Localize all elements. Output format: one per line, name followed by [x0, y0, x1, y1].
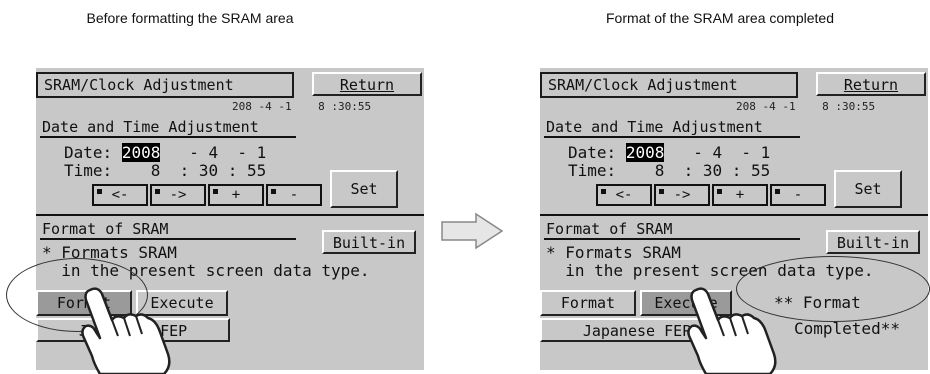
completed-message-line2: Completed**: [794, 319, 900, 338]
time-label: Time:: [64, 161, 113, 180]
pointing-hand-icon: [81, 287, 171, 374]
time-value: 8 : 30 : 55: [112, 161, 267, 180]
builtin-label: Built-in: [332, 234, 406, 252]
right-arrow-icon: [441, 212, 504, 250]
led-indicator: [97, 189, 102, 194]
set-label: Set: [854, 180, 882, 198]
return-label: Return: [339, 76, 395, 94]
date-label: Date:: [64, 143, 113, 162]
decrement-label: -: [793, 187, 803, 203]
time-label: Time:: [568, 161, 617, 180]
clock-readout: 208 -4 -1 8 :30:55: [232, 100, 372, 113]
led-indicator: [155, 189, 160, 194]
screen-title: SRAM/Clock Adjustment: [540, 72, 798, 98]
decrement-button[interactable]: -: [770, 184, 826, 206]
increment-label: +: [735, 187, 745, 203]
cursor-left-label: <-: [111, 187, 129, 203]
cursor-right-label: ->: [673, 187, 691, 203]
cursor-left-label: <-: [615, 187, 633, 203]
time-value: 8 : 30 : 55: [616, 161, 771, 180]
increment-button[interactable]: +: [208, 184, 264, 206]
led-indicator: [213, 189, 218, 194]
section-divider: [36, 214, 424, 216]
led-indicator: [717, 189, 722, 194]
date-time-section-title: Date and Time Adjustment: [544, 118, 800, 138]
cursor-right-button[interactable]: ->: [654, 184, 710, 206]
increment-button[interactable]: +: [712, 184, 768, 206]
set-button[interactable]: Set: [330, 170, 398, 208]
time-row: Time: 8 : 30 : 55: [568, 162, 770, 180]
led-indicator: [775, 189, 780, 194]
date-row: Date: 2008 - 4 - 1: [568, 143, 771, 162]
format-section-title: Format of SRAM: [544, 220, 800, 240]
set-label: Set: [350, 180, 378, 198]
clock-readout: 208 -4 -1 8 :30:55: [736, 100, 876, 113]
caption-after: Format of the SRAM area completed: [606, 10, 834, 26]
format-button[interactable]: Format: [540, 290, 636, 316]
led-indicator: [601, 189, 606, 194]
return-label: Return: [843, 76, 899, 94]
led-indicator: [271, 189, 276, 194]
cursor-left-button[interactable]: <-: [596, 184, 652, 206]
format-desc-line1: * Formats SRAM: [546, 243, 681, 262]
pointing-hand-icon: [687, 287, 777, 374]
date-rest: - 4 - 1: [160, 143, 267, 162]
caption-before: Before formatting the SRAM area: [86, 10, 294, 26]
set-button[interactable]: Set: [834, 170, 902, 208]
format-section-title: Format of SRAM: [40, 220, 296, 240]
date-year-field[interactable]: 2008: [121, 143, 161, 162]
section-divider: [540, 214, 928, 216]
decrement-label: -: [289, 187, 299, 203]
decrement-button[interactable]: -: [266, 184, 322, 206]
date-year-field[interactable]: 2008: [625, 143, 665, 162]
cursor-right-label: ->: [169, 187, 187, 203]
builtin-label: Built-in: [836, 234, 910, 252]
date-time-section-title: Date and Time Adjustment: [40, 118, 296, 138]
led-indicator: [659, 189, 664, 194]
date-rest: - 4 - 1: [664, 143, 771, 162]
increment-label: +: [231, 187, 241, 203]
return-button[interactable]: Return: [816, 72, 926, 96]
cursor-left-button[interactable]: <-: [92, 184, 148, 206]
date-row: Date: 2008 - 4 - 1: [64, 143, 267, 162]
cursor-right-button[interactable]: ->: [150, 184, 206, 206]
time-row: Time: 8 : 30 : 55: [64, 162, 266, 180]
return-button[interactable]: Return: [312, 72, 422, 96]
format-label: Format: [560, 294, 616, 312]
screen-title: SRAM/Clock Adjustment: [36, 72, 294, 98]
date-label: Date:: [568, 143, 617, 162]
builtin-button[interactable]: Built-in: [322, 230, 416, 254]
builtin-button[interactable]: Built-in: [826, 230, 920, 254]
